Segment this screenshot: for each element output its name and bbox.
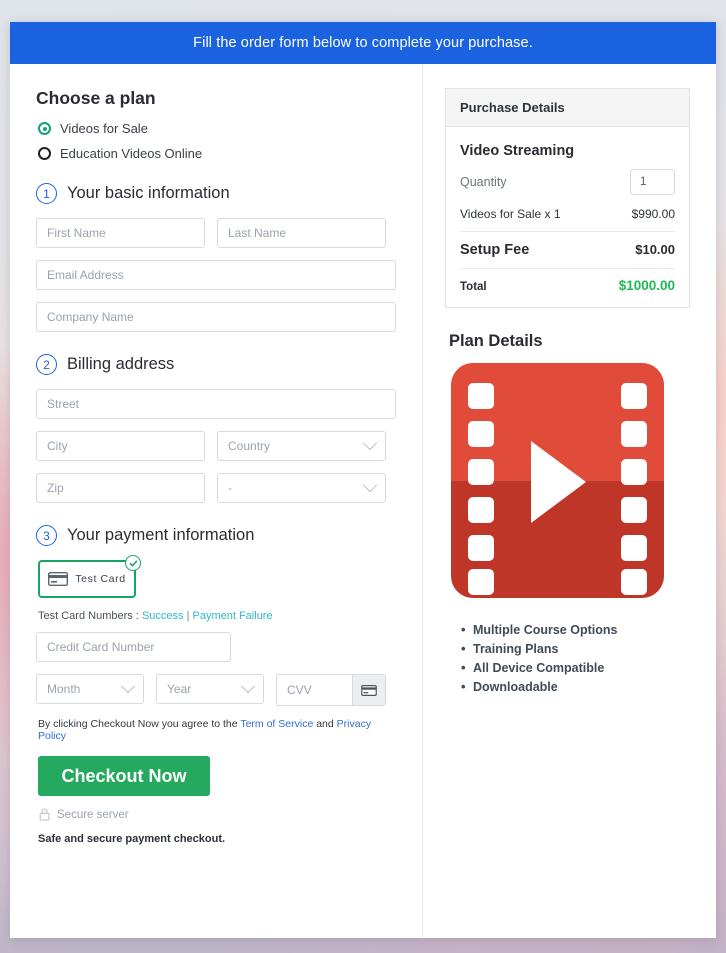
plan-feature-list: Multiple Course Options Training Plans A… [461, 622, 690, 694]
quantity-row: Quantity 1 [460, 169, 675, 195]
cvv-help-button[interactable] [352, 675, 385, 705]
email-row: Email Address [36, 260, 396, 290]
last-name-input[interactable]: Last Name [217, 218, 386, 248]
summary-column: Purchase Details Video Streaming Quantit… [423, 64, 716, 938]
credit-card-number-input[interactable]: Credit Card Number [36, 632, 231, 662]
purchase-details-body: Video Streaming Quantity 1 Videos for Sa… [446, 127, 689, 307]
list-item: All Device Compatible [461, 660, 690, 675]
choose-plan-heading: Choose a plan [36, 88, 156, 108]
list-item: Downloadable [461, 679, 690, 694]
radio-selected-icon[interactable] [38, 122, 51, 135]
credit-card-number-row: Credit Card Number [36, 632, 396, 662]
chevron-down-icon [362, 478, 378, 493]
country-select-value: Country [228, 439, 271, 453]
plan-details-title: Plan Details [449, 332, 543, 350]
product-title: Video Streaming [460, 143, 575, 159]
company-row: Company Name [36, 302, 396, 332]
expiry-cvv-row: Month Year CVV [36, 674, 396, 706]
state-select-value: - [228, 481, 232, 495]
state-select[interactable]: - [217, 473, 386, 503]
expiry-month-value: Month [47, 682, 81, 696]
agree-and: and [316, 718, 334, 730]
cvv-field-group: CVV [276, 674, 386, 706]
test-card-option[interactable]: Test Card [38, 555, 141, 598]
test-failure-link[interactable]: Payment Failure [193, 610, 273, 622]
secure-server-text: Secure server [57, 808, 129, 821]
cvv-input[interactable]: CVV [277, 675, 352, 705]
safe-checkout-note: Safe and secure payment checkout. [38, 833, 226, 845]
line-item-label: Videos for Sale x 1 [460, 207, 561, 221]
credit-card-icon [48, 572, 69, 586]
plan-option-education-videos-online[interactable]: Education Videos Online [38, 146, 396, 161]
expiry-year-value: Year [167, 682, 192, 696]
name-row: First Name Last Name [36, 218, 396, 248]
credit-card-icon [361, 684, 377, 696]
list-item: Multiple Course Options [461, 622, 690, 637]
terms-agreement-text: By clicking Checkout Now you agree to th… [38, 718, 396, 742]
first-name-input[interactable]: First Name [36, 218, 205, 248]
country-select[interactable]: Country [217, 431, 386, 461]
radio-unselected-icon[interactable] [38, 147, 51, 160]
order-form-column: Choose a plan Videos for Sale Education … [10, 64, 422, 938]
setup-fee-label: Setup Fee [460, 242, 530, 258]
banner-text: Fill the order form below to complete yo… [193, 35, 533, 51]
email-input[interactable]: Email Address [36, 260, 396, 290]
step-title: Your payment information [67, 526, 255, 544]
purchase-details-title: Purchase Details [446, 89, 689, 127]
video-plan-thumbnail [451, 363, 690, 603]
lock-icon [39, 808, 50, 821]
test-card-numbers-line: Test Card Numbers : Success | Payment Fa… [38, 610, 396, 622]
checkout-card: Fill the order form below to complete yo… [10, 22, 716, 938]
expiry-year-select[interactable]: Year [156, 674, 264, 704]
banner: Fill the order form below to complete yo… [10, 22, 716, 64]
check-badge-icon [125, 555, 141, 571]
step-number-badge: 3 [36, 525, 57, 546]
plan-option-label: Videos for Sale [60, 121, 148, 136]
purchase-details-panel: Purchase Details Video Streaming Quantit… [445, 88, 690, 308]
test-card-prefix: Test Card Numbers : [38, 610, 139, 622]
setup-fee-price: $10.00 [635, 242, 675, 257]
plan-option-label: Education Videos Online [60, 146, 203, 161]
content-columns: Choose a plan Videos for Sale Education … [10, 64, 716, 938]
checkout-now-button[interactable]: Checkout Now [38, 756, 210, 796]
chevron-down-icon [362, 436, 378, 451]
setup-fee-row: Setup Fee $10.00 [460, 232, 675, 268]
terms-of-service-link[interactable]: Term of Service [240, 718, 313, 730]
step-basic-information: 1 Your basic information [36, 183, 396, 204]
step-number-badge: 2 [36, 354, 57, 375]
step-number-badge: 1 [36, 183, 57, 204]
agree-prefix: By clicking Checkout Now you agree to th… [38, 718, 238, 730]
expiry-month-select[interactable]: Month [36, 674, 144, 704]
film-strip-play-icon [451, 363, 664, 598]
step-title: Your basic information [67, 184, 230, 202]
total-price: $1000.00 [618, 278, 675, 293]
chevron-down-icon [240, 679, 256, 694]
step-payment-information: 3 Your payment information [36, 525, 396, 546]
zip-state-row: Zip - [36, 473, 396, 503]
total-row: Total $1000.00 [460, 269, 675, 295]
street-row: Street [36, 389, 396, 419]
link-separator: | [186, 610, 190, 622]
line-item-row: Videos for Sale x 1 $990.00 [460, 201, 675, 231]
street-input[interactable]: Street [36, 389, 396, 419]
city-country-row: City Country [36, 431, 396, 461]
total-label: Total [460, 281, 487, 293]
zip-input[interactable]: Zip [36, 473, 205, 503]
quantity-input[interactable]: 1 [630, 169, 675, 195]
secure-server-row: Secure server [39, 808, 396, 821]
line-item-price: $990.00 [631, 207, 675, 221]
company-input[interactable]: Company Name [36, 302, 396, 332]
chevron-down-icon [120, 679, 136, 694]
step-billing-address: 2 Billing address [36, 354, 396, 375]
plan-option-videos-for-sale[interactable]: Videos for Sale [38, 121, 396, 136]
page-root: Fill the order form below to complete yo… [0, 0, 726, 953]
city-input[interactable]: City [36, 431, 205, 461]
quantity-label: Quantity [460, 175, 507, 189]
step-title: Billing address [67, 355, 175, 373]
list-item: Training Plans [461, 641, 690, 656]
test-card-label: Test Card [75, 573, 126, 585]
test-success-link[interactable]: Success [142, 610, 184, 622]
